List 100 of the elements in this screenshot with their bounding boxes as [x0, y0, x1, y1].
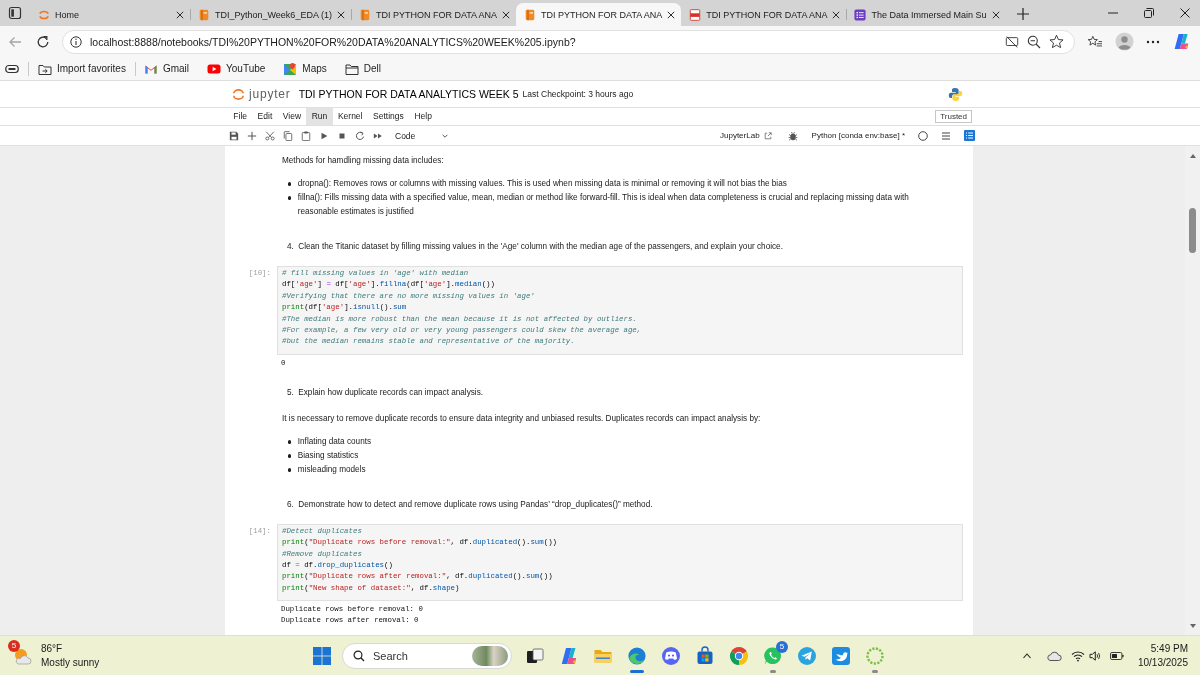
notebook-title[interactable]: TDI PYTHON FOR DATA ANALYTICS WEEK 5 — [298, 88, 519, 100]
markdown-text: It is necessary to remove duplicate records to ensure data integrity and unbiased results. Duplicates records can impact analysis by: — [281, 412, 762, 425]
close-icon[interactable] — [502, 10, 511, 19]
shopping-bag-icon[interactable] — [695, 645, 715, 666]
clock-time[interactable]: 5:49 PM — [1150, 641, 1188, 656]
favorite-link[interactable]: Maps — [283, 61, 327, 76]
add-icon[interactable] — [247, 130, 257, 141]
code-editor[interactable] — [277, 523, 963, 602]
notebook-icon — [524, 8, 537, 21]
scroll-up-icon[interactable] — [1188, 152, 1197, 160]
browser-tab[interactable]: TDI PYTHON FOR DATA ANA — [681, 3, 847, 26]
list-item-text: fillna(): Fills missing data with a specified value, mean, median or method like forward-fill. This is ideal when data completeness is crucial and replacing missing data with reasonable estimates is justified — [297, 192, 910, 218]
scrollbar-thumb[interactable] — [1189, 208, 1196, 253]
restart-icon[interactable] — [355, 130, 365, 141]
notification-badge: 5 — [8, 639, 20, 652]
menu-item[interactable]: Kernel — [332, 108, 368, 125]
start-logo-icon[interactable] — [312, 645, 332, 666]
menu-item[interactable]: Edit — [252, 108, 278, 125]
menu-item[interactable]: Settings — [367, 108, 410, 125]
avatar-icon[interactable] — [1115, 32, 1134, 51]
favorite-link[interactable]: Dell — [344, 61, 382, 76]
kernel-status-icon — [918, 130, 928, 141]
info-icon[interactable] — [70, 35, 82, 48]
menu-icon[interactable] — [941, 130, 951, 141]
wifi-icon[interactable] — [1070, 648, 1085, 663]
close-icon[interactable] — [1180, 8, 1190, 18]
table-of-contents-icon[interactable] — [964, 130, 975, 141]
menu-item[interactable]: Help — [409, 108, 438, 125]
bullet-icon — [288, 440, 292, 444]
ribbon-logo-icon[interactable] — [559, 645, 579, 666]
jupyterlab-link[interactable]: JupyterLab — [720, 131, 772, 140]
cell-type-dropdown[interactable]: Code — [393, 130, 449, 141]
python-logo-icon — [948, 86, 963, 102]
ring-logo-icon — [38, 8, 50, 21]
weather-temperature[interactable]: 86°F — [41, 641, 100, 656]
close-icon[interactable] — [832, 10, 841, 19]
notification-badge: 5 — [776, 640, 788, 653]
browser-tab[interactable]: TDI PYTHON FOR DATA ANA — [350, 3, 517, 26]
gamepad-icon[interactable] — [661, 645, 681, 666]
markdown-text: Methods for hamdling missing data includes: — [281, 155, 445, 167]
search-field[interactable]: Search — [342, 642, 512, 669]
numbered-item-text: 5. Explain how duplicate records can impact analysis. — [286, 386, 485, 399]
map-pin-icon — [283, 61, 298, 76]
address-field[interactable]: localhost:8888/notebooks/TDI%20PYTHON%20FOR%20DATA%20ANALYTICS%20WEEK%205.ipynb? — [62, 29, 1075, 54]
favorites-list-icon[interactable] — [1087, 34, 1103, 49]
list-form-icon — [854, 8, 867, 21]
bullet-icon — [288, 468, 292, 472]
file-icon — [689, 8, 702, 21]
list-item-text: dropna(): Removes rows or columns with missing values. This is used when missing data is minimal or removing it will not bias the bias — [297, 178, 788, 190]
swirl-logo-icon[interactable] — [627, 645, 647, 666]
refresh-icon[interactable] — [36, 34, 50, 49]
close-icon[interactable] — [336, 10, 345, 19]
notebook-icon — [358, 8, 371, 21]
copy-icon[interactable] — [283, 130, 293, 141]
favorite-link[interactable]: YouTube — [207, 61, 266, 76]
kernel-name[interactable]: Python [conda env:base] * — [811, 131, 905, 140]
checkpoint-text: Last Checkpoint: 3 hours ago — [522, 89, 634, 99]
favorite-link[interactable]: Gmail — [143, 61, 190, 76]
save-icon[interactable] — [229, 130, 239, 141]
list-item-text: Inflating data counts — [297, 435, 373, 448]
browser-tab[interactable]: The Data Immersed Main Su — [846, 3, 1007, 26]
paper-plane-icon[interactable] — [797, 645, 817, 666]
color-wheel-icon[interactable] — [729, 645, 749, 666]
favorite-link[interactable]: Import favorites — [38, 61, 136, 76]
menu-item[interactable]: File — [228, 108, 253, 125]
new-tab-icon[interactable] — [1016, 7, 1031, 21]
bug-icon[interactable] — [787, 130, 798, 141]
weather-condition[interactable]: Mostly sunny — [41, 655, 100, 670]
paste-icon[interactable] — [301, 130, 311, 141]
phone-bubble-icon[interactable] — [763, 645, 783, 666]
bird-icon[interactable] — [831, 645, 851, 666]
search-icon — [353, 649, 365, 662]
menu-item[interactable]: Run — [306, 108, 333, 125]
run-icon[interactable] — [319, 130, 329, 141]
task-view-icon[interactable] — [525, 645, 545, 666]
dotted-ring-icon[interactable] — [865, 645, 885, 666]
bullet-icon — [288, 196, 292, 200]
logo-text[interactable]: jupyter — [249, 87, 291, 101]
vertical-tabs-icon[interactable] — [8, 6, 22, 20]
close-icon[interactable] — [992, 10, 1001, 19]
numbered-item-text: 6. Demonstrate how to detect and remove duplicate rows using Pandas’ “drop_duplicates()” method. — [286, 498, 654, 511]
screen-slash-icon[interactable] — [1005, 34, 1019, 49]
speaker-icon[interactable] — [1088, 649, 1101, 662]
list-item-text: Biasing statistics — [297, 449, 360, 462]
browser-tab[interactable]: TDI PYTHON FOR DATA ANA — [516, 3, 682, 26]
scroll-down-icon[interactable] — [1188, 622, 1197, 630]
close-icon[interactable] — [667, 10, 676, 19]
star-icon[interactable] — [1049, 34, 1064, 49]
ribbon-logo-icon[interactable] — [1172, 32, 1191, 51]
restore-icon[interactable] — [1144, 8, 1154, 18]
close-icon[interactable] — [176, 10, 184, 19]
menu-item[interactable]: View — [277, 108, 307, 125]
clock-date[interactable]: 10/13/2025 — [1137, 655, 1188, 670]
zoom-out-icon[interactable] — [1027, 34, 1041, 49]
logo-ring-icon[interactable] — [232, 87, 245, 101]
trusted-indicator: Trusted — [935, 110, 972, 123]
cut-icon[interactable] — [265, 130, 275, 141]
browser-tab[interactable]: TDI_Python_Week6_EDA (1) — [190, 3, 351, 26]
browser-tab[interactable]: Home — [30, 3, 190, 26]
external-link-icon — [763, 131, 772, 140]
